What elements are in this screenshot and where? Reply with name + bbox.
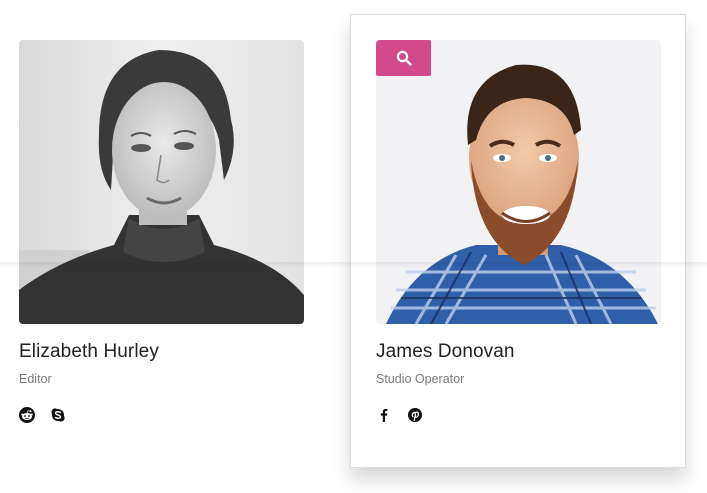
team-photo-elizabeth-hurley[interactable] xyxy=(19,40,304,324)
search-icon xyxy=(396,50,412,66)
member-role: Editor xyxy=(19,372,52,386)
member-name: James Donovan xyxy=(376,341,515,362)
team-card-content: James Donovan Studio Operator xyxy=(376,40,661,423)
member-role: Studio Operator xyxy=(376,372,465,386)
team-photo-james-donovan[interactable] xyxy=(376,40,661,324)
search-button[interactable] xyxy=(376,40,431,76)
member-name: Elizabeth Hurley xyxy=(19,341,159,362)
social-links xyxy=(376,407,661,423)
skype-icon[interactable] xyxy=(50,407,66,423)
reddit-icon[interactable] xyxy=(19,407,35,423)
facebook-icon[interactable] xyxy=(376,407,392,423)
team-card-elizabeth-hurley: Elizabeth Hurley Editor xyxy=(19,40,304,423)
social-links xyxy=(19,407,304,423)
pinterest-icon[interactable] xyxy=(407,407,423,423)
team-card-james-donovan[interactable]: James Donovan Studio Operator xyxy=(350,14,686,468)
